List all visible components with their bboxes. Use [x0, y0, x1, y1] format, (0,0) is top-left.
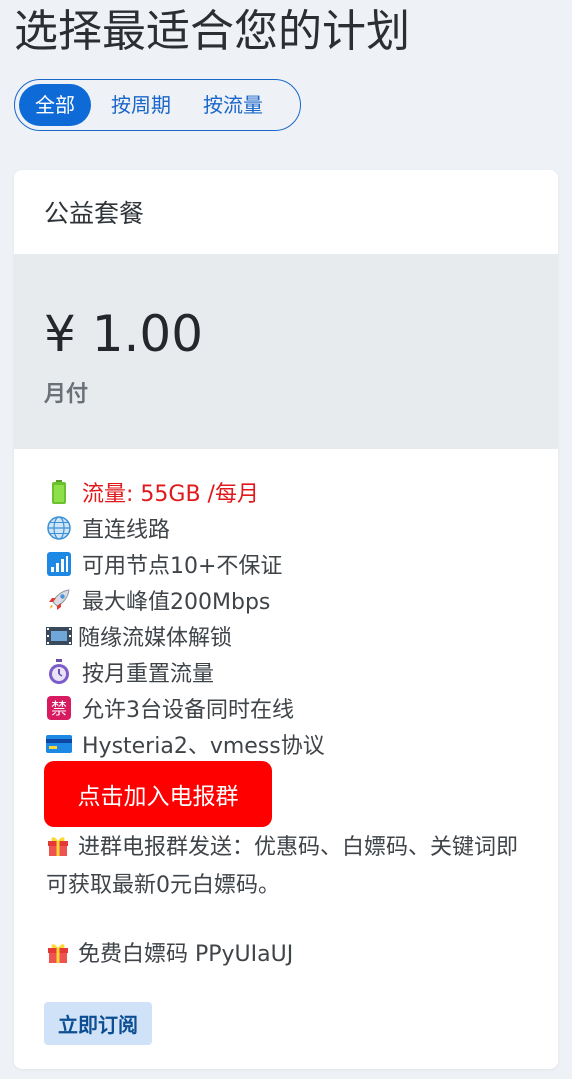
credit-card-icon — [46, 731, 72, 757]
feature-text: 流量: 55GB /每月 — [82, 482, 259, 507]
join-telegram-button[interactable]: 点击加入电报群 — [44, 761, 272, 827]
feature-text: 按月重置流量 — [82, 662, 215, 687]
tab-all[interactable]: 全部 — [19, 84, 91, 126]
feature-text: 最大峰值200Mbps — [82, 590, 271, 615]
battery-icon — [46, 479, 72, 505]
feature-item: 流量: 55GB /每月 — [46, 474, 546, 510]
promo-text: 进群电报群发送：优惠码、白嫖码、关键词即可获取最新0元白嫖码。 — [46, 835, 519, 898]
price-section: ¥ 1.00 月付 — [14, 254, 558, 449]
feature-item: 按月重置流量 — [46, 654, 546, 690]
feature-item: 直连线路 — [46, 510, 546, 546]
free-code-text: 免费白嫖码 PPyUIaUJ — [78, 942, 294, 967]
feature-item: 禁 允许3台设备同时在线 — [46, 690, 546, 726]
feature-text: 允许3台设备同时在线 — [82, 698, 294, 723]
subscribe-button[interactable]: 立即订阅 — [44, 1002, 152, 1045]
plan-filter-tabs: 全部 按周期 按流量 — [14, 79, 301, 131]
feature-item: 随缘流媒体解锁 — [46, 618, 546, 654]
feature-item: 可用节点10+不保证 — [46, 546, 546, 582]
feature-text: Hysteria2、vmess协议 — [82, 734, 325, 759]
stopwatch-icon — [46, 659, 72, 685]
gift-icon — [46, 939, 72, 963]
svg-text:禁: 禁 — [51, 699, 67, 718]
plan-card: 公益套餐 ¥ 1.00 月付 流量: 55GB /每月 直连线路 可用节点10+… — [14, 170, 558, 1069]
feature-text: 直连线路 — [82, 518, 171, 543]
page-title: 选择最适合您的计划 — [14, 6, 410, 57]
feature-text: 可用节点10+不保证 — [82, 554, 283, 579]
tab-by-traffic[interactable]: 按流量 — [187, 84, 279, 126]
free-code-block: 免费白嫖码 PPyUIaUJ — [46, 936, 531, 974]
film-icon — [46, 623, 72, 649]
feature-item: 最大峰值200Mbps — [46, 582, 546, 618]
globe-icon — [46, 515, 72, 541]
feature-text: 随缘流媒体解锁 — [78, 626, 233, 651]
plan-name: 公益套餐 — [44, 199, 145, 228]
tab-by-period[interactable]: 按周期 — [95, 84, 187, 126]
signal-bars-icon — [46, 551, 72, 577]
promo-text-block: 进群电报群发送：优惠码、白嫖码、关键词即可获取最新0元白嫖码。 — [46, 829, 531, 905]
feature-list: 流量: 55GB /每月 直连线路 可用节点10+不保证 最大峰值200Mbps… — [46, 474, 546, 762]
prohibited-sign-icon: 禁 — [46, 695, 72, 721]
billing-period: 月付 — [44, 382, 89, 407]
rocket-icon — [46, 587, 72, 613]
plan-price: ¥ 1.00 — [44, 305, 204, 363]
feature-item: Hysteria2、vmess协议 — [46, 726, 546, 762]
gift-icon — [46, 832, 72, 856]
